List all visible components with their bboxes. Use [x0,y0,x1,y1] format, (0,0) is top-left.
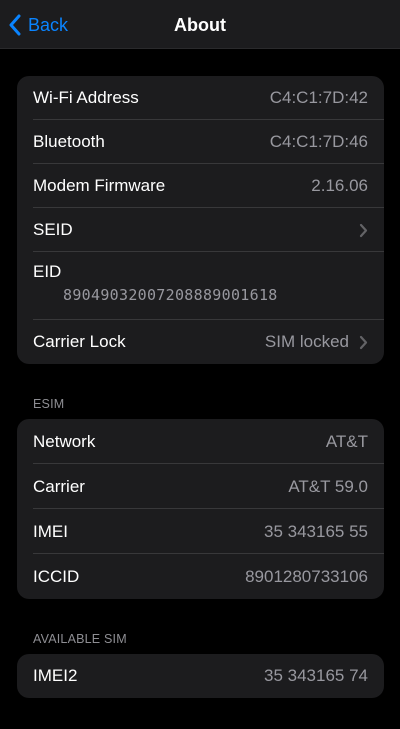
carrier-lock-row[interactable]: Carrier Lock SIM locked [17,320,384,364]
bluetooth-label: Bluetooth [33,132,105,151]
imei2-row[interactable]: IMEI2 35 343165 74 [17,654,384,698]
imei-label: IMEI [33,521,68,541]
esim-section-header: ESIM [33,397,65,411]
imei2-value: 35 343165 74 [264,666,368,685]
bluetooth-row[interactable]: Bluetooth C4:C1:7D:46 [17,120,384,164]
esim-group: Network AT&T Carrier AT&T 59.0 IMEI 35 3… [17,419,384,599]
imei2-label: IMEI2 [33,666,78,685]
bluetooth-value: C4:C1:7D:46 [269,132,368,151]
wifi-address-row[interactable]: Wi-Fi Address C4:C1:7D:42 [17,76,384,120]
wifi-address-value: C4:C1:7D:42 [269,88,368,107]
carrier-value: AT&T 59.0 [288,476,368,496]
network-value: AT&T [325,431,368,451]
available-sim-section-header: AVAILABLE SIM [33,632,127,646]
carrier-label: Carrier [33,476,85,496]
navigation-bar: Back About [0,0,400,49]
eid-value: 89049032007208889001618 [63,286,278,304]
network-row[interactable]: Network AT&T [17,419,384,464]
iccid-value: 8901280733106 [245,566,368,586]
available-sim-group: IMEI2 35 343165 74 [17,654,384,698]
modem-firmware-value: 2.16.06 [311,176,368,195]
wifi-address-label: Wi-Fi Address [33,88,139,107]
eid-label: EID [33,262,62,281]
iccid-row[interactable]: ICCID 8901280733106 [17,554,384,599]
modem-firmware-label: Modem Firmware [33,176,166,195]
chevron-right-icon [359,335,368,349]
imei-row[interactable]: IMEI 35 343165 55 [17,509,384,554]
carrier-lock-label: Carrier Lock [33,332,126,351]
network-label: Network [33,431,96,451]
page-title: About [174,15,226,35]
carrier-lock-value: SIM locked [264,332,349,351]
carrier-row[interactable]: Carrier AT&T 59.0 [17,464,384,509]
seid-row[interactable]: SEID [17,208,384,252]
imei-value: 35 343165 55 [264,521,368,541]
eid-row[interactable]: EID 89049032007208889001618 [17,252,384,320]
chevron-right-icon [359,223,368,237]
iccid-label: ICCID [33,566,80,586]
modem-firmware-row[interactable]: Modem Firmware 2.16.06 [17,164,384,208]
seid-label: SEID [33,220,73,239]
device-info-group: Wi-Fi Address C4:C1:7D:42 Bluetooth C4:C… [17,76,384,364]
